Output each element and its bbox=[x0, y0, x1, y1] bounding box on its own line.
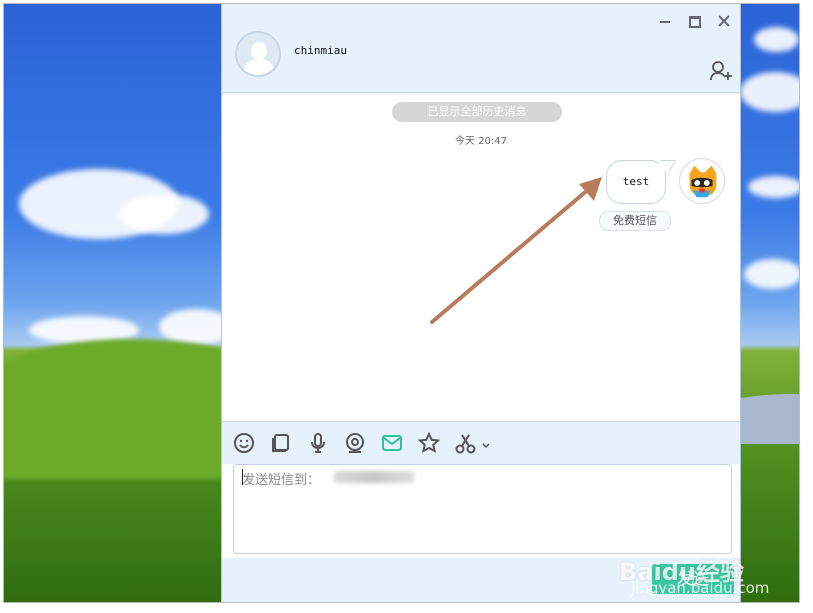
webcam-icon[interactable] bbox=[343, 431, 367, 455]
chat-window: chinmiau 已显示全部历史消息 今天 20:47 test 免费短信 发送… bbox=[221, 4, 741, 602]
sms-icon[interactable] bbox=[380, 431, 404, 455]
composer-toolbar bbox=[222, 421, 740, 464]
user-avatar[interactable] bbox=[679, 158, 725, 204]
cloud bbox=[744, 259, 799, 289]
cloud bbox=[748, 176, 799, 198]
cloud bbox=[754, 27, 799, 52]
message-time: 今天 20:47 bbox=[455, 136, 507, 147]
sms-message-input[interactable]: 发送短信到： bbox=[233, 464, 732, 554]
screenshot-frame: chinmiau 已显示全部历史消息 今天 20:47 test 免费短信 发送… bbox=[3, 3, 800, 603]
microphone-icon[interactable] bbox=[306, 431, 330, 455]
sms-recipient-label: 发送短信到： bbox=[242, 473, 321, 488]
history-label[interactable]: 已显示全部历史消息 bbox=[392, 102, 562, 122]
chat-header: chinmiau bbox=[222, 4, 740, 93]
watermark-url: jingyan.baidu.com bbox=[631, 579, 770, 597]
scissors-icon[interactable] bbox=[454, 431, 492, 455]
recipient-number-blurred bbox=[334, 471, 414, 483]
cloud bbox=[740, 72, 799, 112]
minimize-icon[interactable] bbox=[657, 13, 673, 29]
contact-avatar[interactable] bbox=[235, 31, 281, 77]
avatar-head bbox=[251, 42, 267, 60]
emoji-icon[interactable] bbox=[232, 431, 256, 455]
screenshot-icon[interactable] bbox=[269, 431, 293, 455]
free-sms-tag: 免费短信 bbox=[599, 211, 671, 231]
contact-name: chinmiau bbox=[294, 44, 347, 57]
close-icon[interactable] bbox=[716, 13, 732, 29]
text-caret bbox=[242, 469, 243, 485]
maximize-icon[interactable] bbox=[686, 13, 702, 29]
add-user-icon[interactable] bbox=[708, 60, 734, 84]
avatar-body bbox=[244, 59, 274, 75]
star-icon[interactable] bbox=[417, 431, 441, 455]
cloud bbox=[119, 194, 209, 234]
